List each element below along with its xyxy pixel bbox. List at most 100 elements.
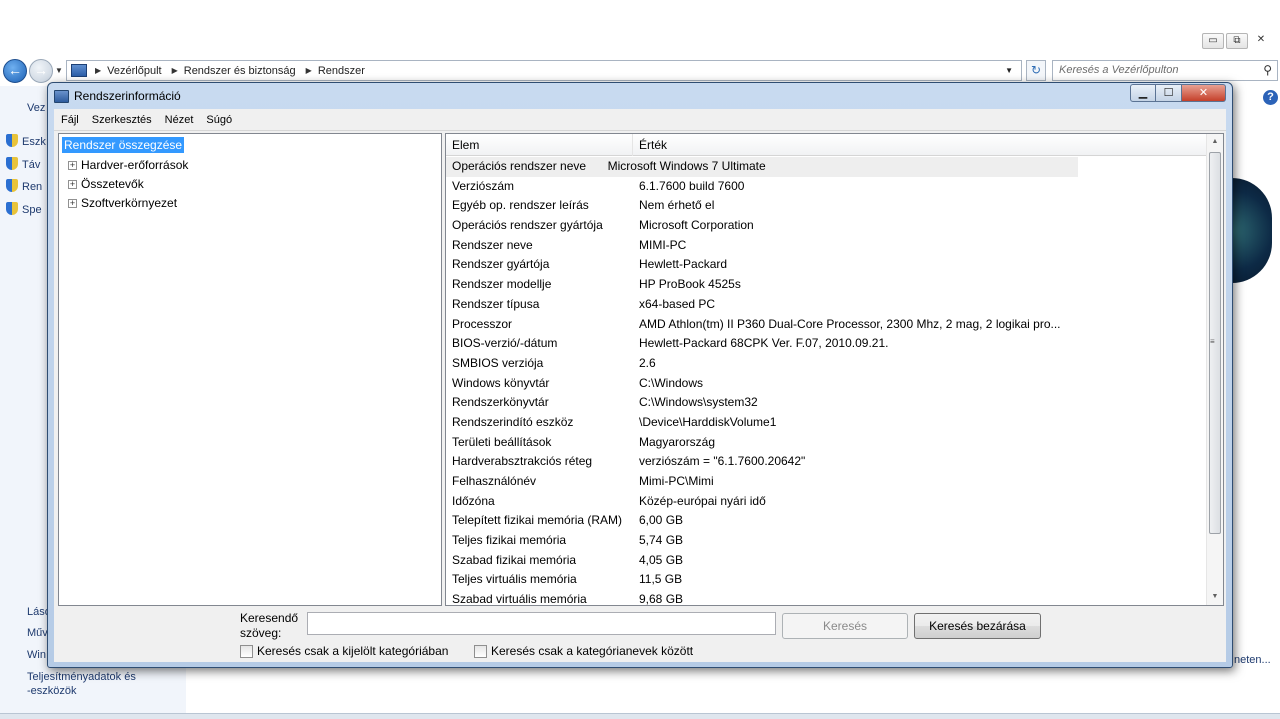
search-button[interactable]: Keresés: [782, 613, 908, 639]
table-row[interactable]: Rendszer típusa x64-based PC: [446, 295, 1208, 315]
tree-item-components[interactable]: + Összetevők: [68, 177, 144, 191]
maximize-button[interactable]: ☐: [1156, 84, 1182, 102]
cp-minimize-button[interactable]: ▭: [1202, 33, 1224, 49]
table-row[interactable]: Felhasználónév Mimi-PC\Mimi: [446, 472, 1208, 492]
control-panel-icon: [71, 64, 87, 77]
table-row[interactable]: Rendszer modellje HP ProBook 4525s: [446, 275, 1208, 295]
column-header-value[interactable]: Érték: [633, 134, 1208, 156]
help-icon[interactable]: ?: [1263, 90, 1278, 105]
cell-value: Magyarország: [639, 434, 716, 449]
cell-value: 6,00 GB: [639, 513, 684, 528]
tree-item-system-summary[interactable]: Rendszer összegzése: [62, 137, 185, 153]
cp-task-link[interactable]: Ren: [6, 179, 42, 193]
expand-icon[interactable]: +: [68, 198, 77, 208]
search-icon[interactable]: ⚲: [1263, 63, 1272, 77]
address-bar[interactable]: ▶ Vezérlőpult ▶ Rendszer és biztonság ▶ …: [66, 60, 1022, 81]
list-rows: Operációs rendszer neve Microsoft Windows…: [446, 157, 1208, 606]
search-category-names-checkbox[interactable]: Keresés csak a kategórianevek között: [474, 644, 693, 658]
checkbox-box[interactable]: [474, 644, 487, 658]
table-row[interactable]: Egyéb op. rendszer leírás Nem érhető el: [446, 196, 1208, 216]
menu-view[interactable]: Nézet: [165, 114, 194, 126]
menu-help[interactable]: Súgó: [206, 114, 232, 126]
cell-item: Rendszer modellje: [452, 277, 552, 292]
table-row[interactable]: Rendszerkönyvtár C:\Windows\system32: [446, 393, 1208, 413]
cp-close-button[interactable]: ✕: [1250, 33, 1272, 49]
table-row[interactable]: Területi beállítások Magyarország: [446, 433, 1208, 453]
cp-search-input[interactable]: Keresés a Vezérlőpulton ⚲: [1052, 60, 1278, 81]
cell-item: Operációs rendszer gyártója: [452, 218, 603, 233]
table-row[interactable]: SMBIOS verziója 2.6: [446, 354, 1208, 374]
scroll-grip-icon: ≡: [1210, 337, 1215, 346]
performance-tools-link[interactable]: Teljesítményadatok és -eszközök: [27, 670, 136, 698]
table-row[interactable]: Teljes fizikai memória 5,74 GB: [446, 531, 1208, 551]
scroll-down-icon[interactable]: ▼: [1207, 589, 1223, 605]
recent-pages-dropdown-icon[interactable]: ▼: [55, 66, 63, 75]
table-row[interactable]: Rendszer gyártója Hewlett-Packard: [446, 255, 1208, 275]
see-also-link[interactable]: Műv: [27, 626, 48, 640]
system-information-icon: [54, 89, 69, 103]
menu-edit[interactable]: Szerkesztés: [92, 114, 152, 126]
breadcrumb-control-panel[interactable]: Vezérlőpult: [107, 65, 161, 77]
close-search-button[interactable]: Keresés bezárása: [914, 613, 1041, 639]
details-list[interactable]: Elem Érték Operációs rendszer neve Micros…: [445, 133, 1224, 606]
scroll-up-icon[interactable]: ▲: [1207, 134, 1223, 150]
table-row[interactable]: Processzor AMD Athlon(tm) II P360 Dual-Co…: [446, 315, 1208, 335]
breadcrumb-system[interactable]: Rendszer: [318, 65, 365, 77]
table-row[interactable]: Verziószám 6.1.7600 build 7600: [446, 177, 1208, 197]
search-panel: Keresendő szöveg: Keresés Keresés bezárá…: [54, 608, 1226, 662]
close-button[interactable]: ✕: [1182, 84, 1226, 102]
breadcrumb-chevron-icon[interactable]: ▶: [172, 66, 178, 75]
category-tree[interactable]: Rendszer összegzése + Hardver-erőforrások…: [58, 133, 442, 606]
cell-value: Microsoft Corporation: [639, 218, 754, 233]
table-row[interactable]: BIOS-verzió/-dátum Hewlett-Packard 68CPK …: [446, 334, 1208, 354]
cell-item: Verziószám: [452, 178, 515, 193]
table-row[interactable]: Teljes virtuális memória 11,5 GB: [446, 570, 1208, 590]
address-dropdown-icon[interactable]: ▼: [1005, 66, 1013, 75]
breadcrumb-chevron-icon[interactable]: ▶: [95, 66, 101, 75]
breadcrumb-chevron-icon[interactable]: ▶: [306, 66, 312, 75]
cell-value: 5,74 GB: [639, 533, 684, 548]
table-row[interactable]: Szabad fizikai memória 4,05 GB: [446, 551, 1208, 571]
cell-item: SMBIOS verziója: [452, 355, 544, 370]
cp-task-link[interactable]: Eszk: [6, 134, 46, 148]
cell-item: Rendszerindító eszköz: [452, 414, 574, 429]
table-row[interactable]: Windows könyvtár C:\Windows: [446, 374, 1208, 394]
table-row[interactable]: Hardverabsztrakciós réteg verziószám = "6…: [446, 452, 1208, 472]
minimize-button[interactable]: ▁: [1130, 84, 1156, 102]
expand-icon[interactable]: +: [68, 179, 77, 189]
cell-value: AMD Athlon(tm) II P360 Dual-Core Process…: [639, 316, 1061, 331]
cp-task-link[interactable]: Spe: [6, 202, 42, 216]
tree-item-software-environment[interactable]: + Szoftverkörnyezet: [68, 196, 177, 210]
cp-restore-button[interactable]: ⧉: [1226, 33, 1248, 49]
cp-left-heading[interactable]: Vez: [27, 102, 45, 114]
expand-icon[interactable]: +: [68, 160, 77, 170]
list-header: Elem Érték: [446, 134, 1208, 156]
table-row[interactable]: Rendszerindító eszköz \Device\HarddiskVol…: [446, 413, 1208, 433]
search-selected-category-checkbox[interactable]: Keresés csak a kijelölt kategóriában: [240, 644, 448, 658]
cell-value: verziószám = "6.1.7600.20642": [639, 454, 806, 469]
checkbox-box[interactable]: [240, 644, 253, 658]
table-row[interactable]: Időzóna Közép-európai nyári idő: [446, 492, 1208, 512]
windows-logo-graphic: [1232, 178, 1272, 283]
cell-item: Szabad virtuális memória: [452, 592, 587, 606]
tree-item-hardware-resources[interactable]: + Hardver-erőforrások: [68, 158, 188, 172]
menu-file[interactable]: Fájl: [61, 114, 79, 126]
uac-shield-icon: [6, 202, 18, 215]
back-button[interactable]: ←: [3, 59, 27, 83]
column-header-item[interactable]: Elem: [446, 134, 633, 156]
table-row[interactable]: Rendszer neve MIMI-PC: [446, 236, 1208, 256]
search-text-input[interactable]: [307, 612, 776, 635]
vertical-scrollbar[interactable]: ▲ ≡ ▼: [1206, 134, 1223, 605]
refresh-button[interactable]: ↻: [1026, 60, 1046, 81]
forward-button[interactable]: →: [29, 59, 53, 83]
cp-task-link[interactable]: Táv: [6, 157, 40, 171]
see-also-link[interactable]: Win: [27, 648, 46, 662]
table-row[interactable]: Operációs rendszer neve Microsoft Windows…: [446, 157, 1078, 177]
table-row[interactable]: Operációs rendszer gyártója Microsoft Cor…: [446, 216, 1208, 236]
breadcrumb-system-security[interactable]: Rendszer és biztonság: [184, 65, 296, 77]
cell-value: Nem érhető el: [639, 198, 715, 213]
table-row[interactable]: Szabad virtuális memória 9,68 GB: [446, 590, 1208, 606]
cell-item: Operációs rendszer neve: [452, 159, 587, 173]
table-row[interactable]: Telepített fizikai memória (RAM) 6,00 GB: [446, 511, 1208, 531]
more-info-online-link[interactable]: neten...: [1234, 654, 1271, 666]
